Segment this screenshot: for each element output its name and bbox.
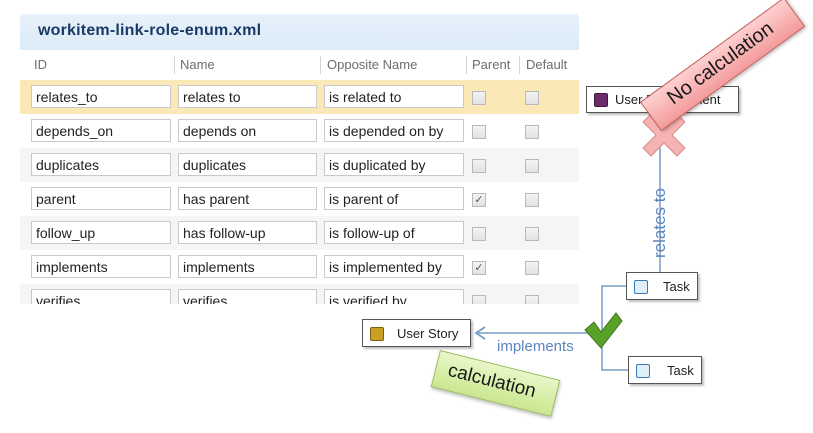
task-node-top[interactable]: Task <box>626 272 698 300</box>
user-story-icon <box>370 327 384 341</box>
node-label: Task <box>663 279 690 294</box>
task-icon <box>636 364 650 378</box>
task-node-bottom[interactable]: Task <box>628 356 702 384</box>
relates-to-link-label: relates to <box>650 188 669 258</box>
user-story-node[interactable]: User Story <box>362 319 471 347</box>
implements-link-label: implements <box>497 338 574 355</box>
node-label: Task <box>667 363 694 378</box>
task-icon <box>634 280 648 294</box>
checkmark-icon <box>584 312 623 349</box>
node-label: User Story <box>397 326 459 341</box>
requirement-icon <box>594 93 608 107</box>
